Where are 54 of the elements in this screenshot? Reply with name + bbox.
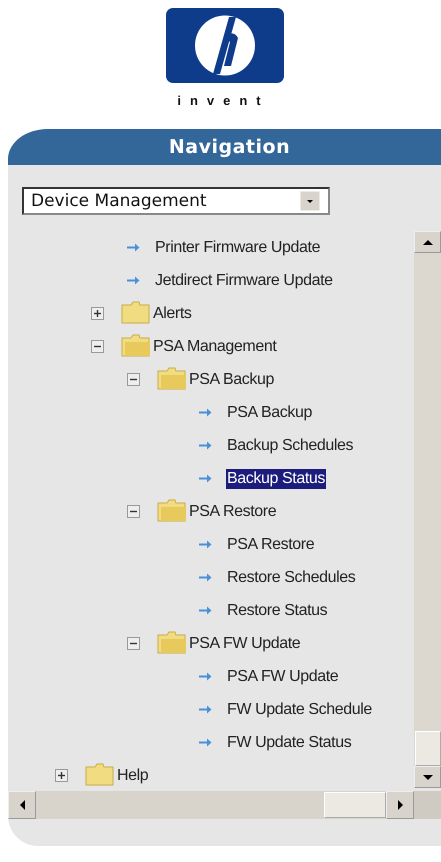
arrow-icon [199,408,212,417]
tree-link[interactable]: Restore Schedules [226,568,356,588]
tree-link[interactable]: Restore Status [226,600,328,620]
folder-icon [121,332,151,356]
folder-icon [85,762,115,786]
panel-title: Navigation [168,136,290,158]
horizontal-scrollbar[interactable] [8,791,441,819]
scroll-left-icon[interactable] [8,791,36,819]
arrow-icon [199,540,212,549]
tree-link[interactable]: PSA FW Update [226,666,340,686]
tree-link[interactable]: PSA Restore [226,534,316,554]
collapse-icon[interactable] [127,373,140,386]
arrow-icon [199,441,212,450]
arrow-icon [199,738,212,747]
tree-link[interactable]: FW Update Schedule [226,700,373,720]
tree-link[interactable]: PSA Backup [226,402,313,422]
tree-link[interactable]: Printer Firmware Update [154,238,322,258]
scroll-down-icon[interactable] [414,766,441,788]
arrow-icon [199,606,212,615]
logo-tagline: invent [177,93,270,108]
scroll-thumb[interactable] [324,792,386,818]
scroll-up-icon[interactable] [414,231,441,253]
tree-link[interactable]: Jetdirect Firmware Update [154,270,334,290]
tree-folder[interactable]: PSA Management [152,336,278,356]
tree-folder[interactable]: PSA Restore [188,502,278,522]
expand-icon[interactable] [91,307,104,320]
vertical-scrollbar[interactable] [414,231,441,788]
folder-icon [121,300,151,324]
tree-folder[interactable]: Help [116,766,150,786]
logo-icon [166,8,284,83]
arrow-icon [199,705,212,714]
tree-folder[interactable]: Alerts [152,304,192,324]
scroll-right-icon[interactable] [386,791,414,819]
dropdown-arrow-icon [300,191,320,211]
arrow-icon [199,474,212,483]
tree-folder[interactable]: PSA FW Update [188,634,302,654]
arrow-icon [199,573,212,582]
expand-icon[interactable] [55,769,68,782]
collapse-icon[interactable] [91,340,104,353]
tree-link[interactable]: FW Update Status [226,732,352,752]
tree-link[interactable]: Backup Schedules [226,436,354,456]
section-dropdown[interactable]: Device Management [22,187,330,215]
tree-link[interactable]: Backup Status [226,468,326,488]
tree-folder[interactable]: PSA Backup [188,370,275,390]
arrow-icon [127,276,140,285]
scrollbar-corner [414,791,441,819]
folder-icon [157,498,187,522]
collapse-icon[interactable] [127,637,140,650]
scroll-thumb[interactable] [415,731,441,766]
folder-icon [157,630,187,654]
folder-icon [157,366,187,390]
arrow-icon [199,672,212,681]
arrow-icon [127,243,140,252]
collapse-icon[interactable] [127,505,140,518]
